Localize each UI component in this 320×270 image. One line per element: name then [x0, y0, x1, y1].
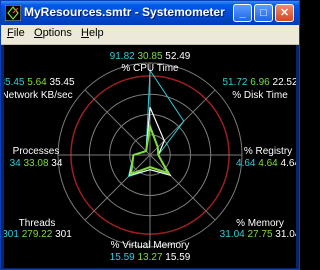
- menu-bar: File Options Help: [1, 25, 299, 45]
- app-icon: [5, 5, 21, 21]
- radar-panel: % CPU Time 91.82 30.85 52.49 % Disk Time 51…: [4, 45, 296, 268]
- window-title: MyResources.smtr - Systemometer: [24, 5, 225, 19]
- metric-values: 301 279.22 301: [4, 229, 72, 240]
- metric-name: Threads: [19, 218, 56, 229]
- metric-values: 51.72 6.96 22.52: [222, 77, 296, 88]
- menu-options[interactable]: Options: [34, 27, 72, 39]
- metric-value-1: 51.72: [222, 77, 247, 88]
- title-bar[interactable]: MyResources.smtr - Systemometer _ □ ✕: [1, 1, 299, 25]
- metric-name: % Virtual Memory: [111, 240, 190, 251]
- metric-value-1: 35.45: [4, 77, 25, 88]
- metric-values: 15.59 13.27 15.59: [110, 252, 191, 263]
- metric-name: Network KB/sec: [4, 90, 73, 101]
- metric-values: 31.04 27.75 31.04: [220, 229, 296, 240]
- metric-value-2: 5.64: [24, 77, 47, 88]
- menu-options-mnemonic: O: [34, 27, 43, 39]
- axis-line: [84, 154, 151, 221]
- maximize-button[interactable]: □: [254, 4, 273, 22]
- metric-name: % CPU Time: [121, 63, 179, 74]
- app-window: MyResources.smtr - Systemometer _ □ ✕ Fi…: [0, 0, 300, 270]
- menu-help-label: elp: [88, 27, 104, 39]
- metric-values: 4.64 4.64 4.64: [236, 158, 296, 169]
- metric-value-1: 34: [10, 158, 22, 169]
- metric-value-2: 279.22: [19, 229, 53, 240]
- metric-value-2: 4.64: [255, 158, 278, 169]
- metric-values: 35.45 5.64 35.45: [4, 77, 75, 88]
- metric-value-3: 15.59: [163, 252, 191, 263]
- menu-help[interactable]: Help: [81, 27, 104, 39]
- metric-value-3: 31.04: [273, 229, 296, 240]
- metric-value-3: 34: [49, 158, 63, 169]
- metric-value-3: 35.45: [47, 77, 75, 88]
- metric-value-1: 4.64: [236, 158, 256, 169]
- metric-values: 91.82 30.85 52.49: [110, 51, 191, 62]
- metric-value-2: 33.08: [21, 158, 49, 169]
- metric-name: % Disk Time: [232, 90, 288, 101]
- menu-help-mnemonic: H: [81, 27, 89, 39]
- close-button[interactable]: ✕: [275, 4, 294, 22]
- axis-line: [149, 154, 216, 221]
- menu-file-mnemonic: F: [7, 27, 14, 39]
- radar-grid: [57, 62, 243, 248]
- menu-file-label: ile: [13, 27, 25, 39]
- metric-name: Processes: [13, 146, 60, 157]
- radar-chart: % CPU Time91.82 30.85 52.49 % Disk Time 51…: [4, 51, 296, 263]
- metric-value-3: 4.64: [278, 158, 296, 169]
- metric-value-3: 301: [52, 229, 72, 240]
- metric-value-1: 91.82: [110, 51, 135, 62]
- metric-value-2: 13.27: [135, 252, 163, 263]
- metric-value-2: 27.75: [245, 229, 273, 240]
- minimize-button[interactable]: _: [233, 4, 252, 22]
- metric-value-3: 22.52: [270, 77, 296, 88]
- axis-line: [84, 89, 151, 156]
- metric-name: % Memory: [236, 218, 284, 229]
- metric-name: % Registry: [244, 146, 292, 157]
- metric-value-2: 30.85: [135, 51, 163, 62]
- metric-value-1: 15.59: [110, 252, 135, 263]
- metric-value-1: 301: [4, 229, 19, 240]
- menu-options-label: ptions: [42, 27, 72, 39]
- metric-value-2: 6.96: [247, 77, 270, 88]
- metric-value-3: 52.49: [163, 51, 191, 62]
- menu-file[interactable]: File: [7, 27, 25, 39]
- metric-value-1: 31.04: [220, 229, 245, 240]
- metric-values: 34 33.08 34: [10, 158, 63, 169]
